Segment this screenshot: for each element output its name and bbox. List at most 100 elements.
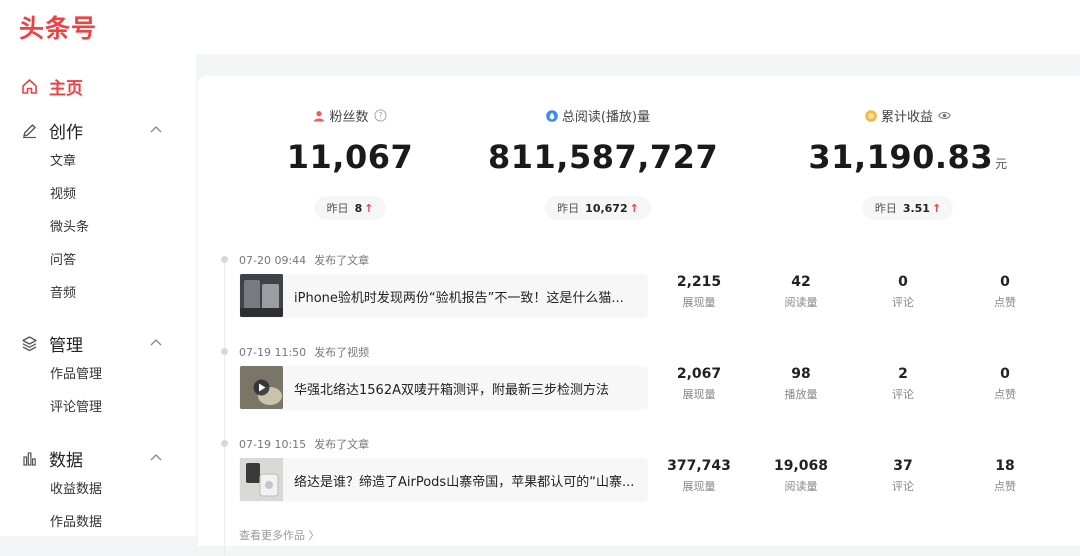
- stat-value-number: 31,190.83: [808, 138, 994, 176]
- metric-value: 98: [791, 366, 811, 382]
- stat-yesterday-pill: 昨日 8 ↑: [314, 196, 386, 220]
- metric-label: 展现量: [682, 480, 716, 493]
- stat-yesterday-pill: 昨日 3.51 ↑: [862, 196, 954, 220]
- metric-label: 点赞: [994, 296, 1016, 309]
- feed-card[interactable]: 络达是谁？缔造了AirPods山寨帝国，苹果都认可的“山寨...: [239, 458, 648, 502]
- timeline-dot: [221, 440, 228, 447]
- pen-icon: [20, 121, 38, 139]
- sidebar-group-header-data[interactable]: 数据: [0, 443, 196, 473]
- metric-impressions: 2,215 展现量: [649, 274, 749, 310]
- sidebar-item-works-manage[interactable]: 作品管理: [0, 358, 196, 391]
- sidebar: 主页 创作 文章 视频 微头条 问答 音频 管理 作品管理 评论管理 数据 收益…: [0, 54, 196, 536]
- stat-value: 811,587,727: [488, 138, 718, 176]
- sidebar-item-audio[interactable]: 音频: [0, 277, 196, 310]
- sidebar-item-comments-manage[interactable]: 评论管理: [0, 391, 196, 424]
- home-icon: [20, 77, 38, 95]
- sidebar-group-data: 数据 收益数据 作品数据: [0, 443, 196, 539]
- metric-value: 0: [1000, 366, 1010, 382]
- feed-kind: 发布了视频: [314, 346, 370, 359]
- metric-label: 点赞: [994, 480, 1016, 493]
- help-icon[interactable]: ?: [373, 109, 387, 122]
- metric-likes: 18 点赞: [955, 458, 1055, 494]
- bar-chart-icon: [20, 449, 38, 467]
- metric-label: 评论: [892, 388, 914, 401]
- thumbnail-image[interactable]: [240, 366, 283, 409]
- metric-comments: 37 评论: [853, 458, 953, 494]
- view-more-link[interactable]: 查看更多作品 〉: [239, 527, 320, 543]
- feed-card[interactable]: iPhone验机时发现两份“验机报告”不一致！这是什么猫...: [239, 274, 648, 318]
- stat-value: 31,190.83 元: [808, 138, 1008, 176]
- sidebar-item-video[interactable]: 视频: [0, 178, 196, 211]
- sidebar-group-home: 主页: [0, 71, 196, 101]
- top-bar: 头条号: [0, 0, 1080, 54]
- eye-icon[interactable]: [938, 110, 951, 121]
- sidebar-item-article[interactable]: 文章: [0, 145, 196, 178]
- sidebar-group-header-manage[interactable]: 管理: [0, 328, 196, 358]
- metric-label: 播放量: [784, 388, 818, 401]
- sidebar-item-qa[interactable]: 问答: [0, 244, 196, 277]
- feed-time: 07-20 09:44: [239, 254, 307, 267]
- sidebar-group-label: 管理: [49, 335, 83, 356]
- sidebar-group-header-create[interactable]: 创作: [0, 115, 196, 145]
- yesterday-value: 8: [354, 201, 363, 215]
- yesterday-label: 昨日: [326, 202, 349, 215]
- metric-label: 阅读量: [784, 480, 818, 493]
- sidebar-item-home[interactable]: 主页: [0, 71, 196, 101]
- brand-logo[interactable]: 头条号: [19, 9, 97, 45]
- metric-impressions: 2,067 展现量: [649, 366, 749, 402]
- metric-likes: 0 点赞: [955, 274, 1055, 310]
- stat-value-number: 811,587,727: [488, 138, 719, 176]
- stat-label: 累计收益: [880, 110, 933, 125]
- chevron-up-icon[interactable]: [149, 122, 163, 136]
- trend-up-icon: ↑: [364, 201, 374, 215]
- sidebar-group-create: 创作 文章 视频 微头条 问答 音频: [0, 115, 196, 310]
- stat-label-row: 粉丝数 ?: [250, 106, 450, 125]
- metric-value: 2: [898, 366, 908, 382]
- feed-title[interactable]: 络达是谁？缔造了AirPods山寨帝国，苹果都认可的“山寨...: [294, 471, 644, 490]
- sidebar-item-revenue-data[interactable]: 收益数据: [0, 473, 196, 506]
- chevron-up-icon[interactable]: [149, 335, 163, 349]
- svg-text:?: ?: [378, 112, 383, 122]
- timeline-dot: [221, 348, 228, 355]
- sidebar-group-label: 数据: [49, 450, 83, 471]
- metric-likes: 0 点赞: [955, 366, 1055, 402]
- thumbnail-image[interactable]: [240, 274, 283, 317]
- feed-card[interactable]: 华强北络达1562A双唛开箱测评，附最新三步检测方法: [239, 366, 648, 410]
- timeline-dot: [221, 256, 228, 263]
- metric-value: 2,215: [676, 274, 722, 290]
- feed-title[interactable]: 华强北络达1562A双唛开箱测评，附最新三步检测方法: [294, 379, 644, 398]
- feed-kind: 发布了文章: [314, 438, 370, 451]
- metric-impressions: 377,743 展现量: [649, 458, 749, 494]
- metric-value: 18: [995, 458, 1015, 474]
- feed-item: 07-19 11:50 发布了视频 华强北络达1562A双唛开箱测评，附最新三步检…: [218, 346, 1080, 438]
- metric-label: 评论: [892, 296, 914, 309]
- thumbnail-image[interactable]: [240, 458, 283, 501]
- drop-icon: [546, 109, 558, 122]
- sidebar-group-manage: 管理 作品管理 评论管理: [0, 328, 196, 424]
- feed-meta: 07-19 11:50 发布了视频: [239, 344, 369, 360]
- feed-item: 07-20 09:44 发布了文章 iPhone验机时发现两份“验机报告”不一致！…: [218, 254, 1080, 346]
- trend-up-icon: ↑: [629, 201, 639, 215]
- feed-meta: 07-20 09:44 发布了文章: [239, 252, 369, 268]
- metric-value: 37: [893, 458, 913, 474]
- yesterday-label: 昨日: [874, 202, 897, 215]
- sidebar-item-works-data[interactable]: 作品数据: [0, 506, 196, 539]
- metric-label: 点赞: [994, 388, 1016, 401]
- yesterday-label: 昨日: [557, 202, 580, 215]
- sidebar-group-label: 创作: [49, 122, 83, 143]
- metric-value: 0: [1000, 274, 1010, 290]
- yesterday-value: 10,672: [585, 201, 628, 215]
- feed-title[interactable]: iPhone验机时发现两份“验机报告”不一致！这是什么猫...: [294, 287, 644, 306]
- main-panel: 粉丝数 ? 11,067 昨日 8 ↑ 总阅读(播放)量 811,587,727…: [198, 76, 1080, 556]
- yesterday-value: 3.51: [902, 201, 930, 215]
- coin-icon: [865, 109, 877, 122]
- metric-label: 展现量: [682, 296, 716, 309]
- metric-comments: 2 评论: [853, 366, 953, 402]
- metric-label: 阅读量: [784, 296, 818, 309]
- chevron-up-icon[interactable]: [149, 450, 163, 464]
- stat-unit: 元: [995, 157, 1008, 171]
- feed-time: 07-19 11:50: [239, 346, 307, 359]
- sidebar-item-micro-post[interactable]: 微头条: [0, 211, 196, 244]
- metric-label: 评论: [892, 480, 914, 493]
- metric-value: 2,067: [676, 366, 722, 382]
